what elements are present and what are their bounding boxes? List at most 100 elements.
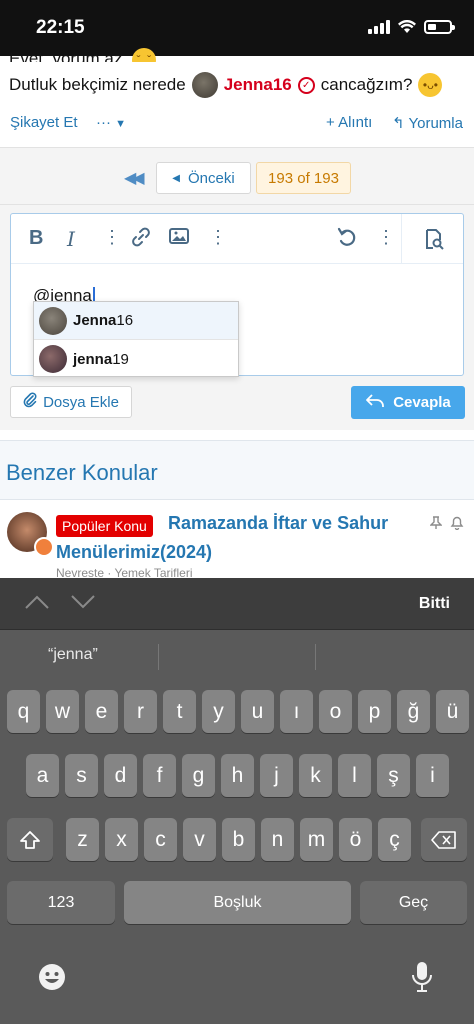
user-flag-icon <box>34 537 54 557</box>
attach-file-label: Dosya Ekle <box>43 393 119 411</box>
numbers-key[interactable]: 123 <box>7 881 115 924</box>
key-ş[interactable]: ş <box>377 754 410 797</box>
emoji-icon[interactable] <box>37 962 67 992</box>
key-ı[interactable]: ı <box>280 690 313 733</box>
key-j[interactable]: j <box>260 754 293 797</box>
bell-icon[interactable] <box>450 516 464 533</box>
more-editor-options-icon[interactable]: ⋮ <box>377 227 395 248</box>
key-k[interactable]: k <box>299 754 332 797</box>
key-s[interactable]: s <box>65 754 98 797</box>
chevron-down-icon: ▼ <box>115 118 127 130</box>
go-key[interactable]: Geç <box>360 881 467 924</box>
key-p[interactable]: p <box>358 690 391 733</box>
link-icon[interactable] <box>131 227 151 253</box>
keyboard: Bitti “jenna” qwertyuıopğü asdfghjklşi zxc… <box>0 578 474 1024</box>
key-b[interactable]: b <box>222 818 255 861</box>
more-menu-button[interactable]: ··· ▼ <box>96 114 126 131</box>
attach-file-button[interactable]: Dosya Ekle <box>10 386 132 418</box>
key-q[interactable]: q <box>7 690 40 733</box>
italic-icon[interactable]: I <box>67 227 75 251</box>
predictive-suggestion[interactable]: “jenna” <box>48 646 98 664</box>
key-v[interactable]: v <box>183 818 216 861</box>
chevron-down-icon[interactable] <box>70 594 96 610</box>
preview-icon[interactable] <box>401 214 465 264</box>
image-icon[interactable] <box>169 227 189 251</box>
key-ö[interactable]: ö <box>339 818 372 861</box>
pin-icon <box>429 516 443 533</box>
submit-reply-label: Cevapla <box>393 394 451 411</box>
thread-title[interactable]: Ramazanda İftar ve Sahur <box>168 513 388 534</box>
first-page-icon[interactable]: ◀◀ <box>124 168 145 188</box>
verified-badge-icon: ✓ <box>297 76 315 94</box>
thread-icons <box>429 516 464 533</box>
suggestion-username: Jenna16 <box>73 312 134 329</box>
prev-page-button[interactable]: ◀ Önceki <box>156 162 251 194</box>
done-button[interactable]: Bitti <box>419 595 450 613</box>
key-n[interactable]: n <box>261 818 294 861</box>
space-key[interactable]: Boşluk <box>124 881 351 924</box>
status-time: 22:15 <box>36 17 85 38</box>
battery-fill <box>428 24 436 30</box>
similar-threads-title: Benzer Konular <box>6 460 158 485</box>
key-ğ[interactable]: ğ <box>397 690 430 733</box>
key-t[interactable]: t <box>163 690 196 733</box>
microphone-icon[interactable] <box>410 960 434 994</box>
predictive-divider <box>158 644 159 670</box>
keyboard-accessory-bar: Bitti <box>0 578 474 630</box>
key-o[interactable]: o <box>319 690 352 733</box>
key-y[interactable]: y <box>202 690 235 733</box>
mention-suggestion[interactable]: Jenna16 <box>34 302 238 340</box>
key-l[interactable]: l <box>338 754 371 797</box>
thread-title-continued[interactable]: Menülerimiz(2024) <box>56 542 212 563</box>
reply-label: Yorumla <box>408 115 463 132</box>
current-page[interactable]: 193 of 193 <box>256 162 351 194</box>
wifi-icon <box>398 20 416 33</box>
key-r[interactable]: r <box>124 690 157 733</box>
post-partial-line: Evet, yorum az. ˇ_ˇ <box>9 44 156 62</box>
thinking-emoji-icon: •ᴗ• <box>418 73 443 97</box>
mention-suggestion[interactable]: jenna19 <box>34 340 238 378</box>
suggestion-username: jenna19 <box>73 350 129 368</box>
thread-row[interactable]: Popüler Konu Ramazanda İftar ve Sahur Me… <box>0 500 474 580</box>
submit-reply-button[interactable]: Cevapla <box>351 386 465 419</box>
key-e[interactable]: e <box>85 690 118 733</box>
key-a[interactable]: a <box>26 754 59 797</box>
key-u[interactable]: u <box>241 690 274 733</box>
mention-suggestions: Jenna16 jenna19 <box>33 301 239 377</box>
key-w[interactable]: w <box>46 690 79 733</box>
prev-page-label: Önceki <box>188 169 235 187</box>
chevron-left-icon: ◀ <box>172 172 180 184</box>
reply-arrow-icon <box>365 393 385 413</box>
bold-icon[interactable]: B <box>29 227 43 250</box>
avatar <box>39 345 67 373</box>
more-label: ··· <box>96 114 111 131</box>
battery-icon <box>424 20 455 34</box>
undo-icon[interactable] <box>337 227 357 253</box>
key-g[interactable]: g <box>182 754 215 797</box>
status-icons <box>368 20 455 34</box>
user-mention[interactable]: Jenna16 <box>224 75 292 95</box>
key-z[interactable]: z <box>66 818 99 861</box>
editor-toolbar: B I ⋮ ⋮ ⋮ <box>11 214 463 264</box>
chevron-up-icon[interactable] <box>24 594 50 610</box>
more-insert-options-icon[interactable]: ⋮ <box>209 227 227 248</box>
key-ü[interactable]: ü <box>436 690 469 733</box>
key-c[interactable]: c <box>144 818 177 861</box>
quote-link[interactable]: + Alıntı <box>326 114 372 131</box>
post-partial-text: Evet, yorum az. <box>9 49 128 62</box>
more-text-options-icon[interactable]: ⋮ <box>103 227 121 248</box>
avatar <box>39 306 67 335</box>
report-link[interactable]: Şikayet Et <box>10 114 78 131</box>
shift-icon[interactable] <box>7 818 53 861</box>
key-ç[interactable]: ç <box>378 818 411 861</box>
pagination: ◀◀ ◀ Önceki 193 of 193 <box>0 147 474 205</box>
reply-link[interactable]: ↰ Yorumla <box>392 114 463 132</box>
post-message-line: Dutluk bekçimiz nerede Jenna16 ✓ cancağz… <box>9 72 443 98</box>
backspace-icon[interactable] <box>421 818 467 861</box>
key-f[interactable]: f <box>143 754 176 797</box>
key-h[interactable]: h <box>221 754 254 797</box>
key-d[interactable]: d <box>104 754 137 797</box>
key-x[interactable]: x <box>105 818 138 861</box>
key-m[interactable]: m <box>300 818 333 861</box>
key-i[interactable]: i <box>416 754 449 797</box>
